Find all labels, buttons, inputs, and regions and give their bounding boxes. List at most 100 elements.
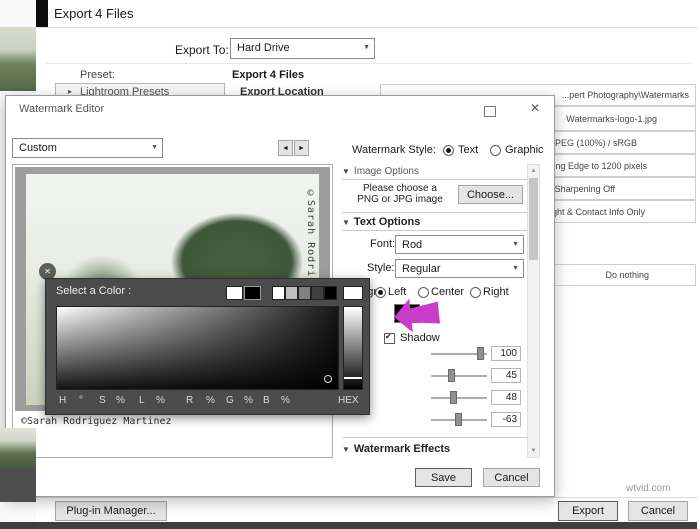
scroll-down-icon[interactable]: ▼ [528,445,539,457]
watermark-text-bottom[interactable]: ©Sarah Rodriguez Martinez [21,416,172,427]
scrollbar-thumb[interactable] [529,178,538,260]
chevron-down-icon: ▼ [363,44,370,51]
export-to-value: Hard Drive [237,42,290,54]
font-style-label: Style: [367,262,395,274]
radius-value[interactable]: 48 [491,390,521,405]
font-style-dropdown[interactable]: Regular ▼ [395,259,524,278]
section-triangle-icon: ▼ [342,445,350,454]
lightness-label: L [139,395,145,406]
offset-value[interactable]: 45 [491,368,521,383]
filmstrip-dark-area [0,469,36,502]
gray-swatch-5[interactable] [324,286,337,300]
watermark-editor-title: Watermark Editor [19,103,105,115]
gray-swatch-2[interactable] [285,286,298,300]
anchor-close-icon: ✕ [44,267,51,276]
align-right-label[interactable]: Right [483,286,509,298]
percent-unit: % [156,395,165,406]
image-hint-line2: PNG or JPG image [357,194,443,205]
previous-image-button[interactable]: ◄ [278,140,293,156]
style-text-radio[interactable] [443,145,454,156]
image-hint-line1: Please choose a [363,183,437,194]
plugin-manager-button[interactable]: Plug-in Manager... [55,501,167,521]
export-to-label: Export To: [175,43,229,57]
close-icon[interactable]: ✕ [530,101,540,115]
image-options-header[interactable]: ▼ Image Options [342,166,527,180]
percent-unit: % [281,395,290,406]
recent-swatch-white[interactable] [226,286,243,300]
green-label: G [226,395,234,406]
next-icon: ► [298,144,305,152]
gray-swatch-3[interactable] [298,286,311,300]
annotation-arrow-shape [394,298,441,333]
opacity-slider-thumb[interactable] [477,347,484,360]
watermark-style-label: Watermark Style: [352,144,436,156]
image-options-header-label: Image Options [353,166,419,177]
offset-slider-thumb[interactable] [448,369,455,382]
gray-swatch-4[interactable] [311,286,324,300]
section-triangle-icon: ▼ [342,167,350,176]
degree-unit: ° [79,395,83,406]
color-picker-panel: Select a Color : H ° S % L % R % G % B %… [45,278,370,415]
maximize-icon[interactable] [484,106,496,117]
check-icon: ✔ [385,332,392,341]
options-scrollbar[interactable]: ▲ ▼ [527,164,540,458]
export-cancel-button[interactable]: Cancel [628,501,688,521]
recent-swatch-black-selected[interactable] [244,286,261,300]
chevron-down-icon: ▼ [512,265,519,272]
chevron-down-icon: ▼ [151,144,158,151]
angle-value[interactable]: -63 [491,412,521,427]
image-hint: Please choose a PNG or JPG image [344,183,456,205]
header-divider [46,63,691,64]
color-picker-title: Select a Color : [56,285,132,297]
current-swatch-white[interactable] [343,286,363,300]
export-button[interactable]: Export [558,501,618,521]
radius-slider-thumb[interactable] [450,391,457,404]
offset-slider-track[interactable] [431,375,487,377]
font-value: Rod [402,239,423,251]
preset-label: Preset: [80,69,115,81]
watermark-effects-header-label: Watermark Effects [353,443,451,455]
footer-divider [36,497,697,498]
shadow-checkbox[interactable]: ✔ [384,332,395,344]
red-label: R [186,395,194,406]
blue-label: B [263,395,270,406]
watermark-preset-value: Custom [19,142,57,154]
export-to-dropdown[interactable]: Hard Drive ▼ [230,38,375,59]
previous-icon: ◄ [282,144,289,152]
next-image-button[interactable]: ► [294,140,309,156]
save-button[interactable]: Save [415,468,472,487]
title-divider [36,27,697,28]
lightness-slider-marker[interactable] [344,377,362,379]
align-right-radio[interactable] [470,287,481,298]
font-label: Font: [370,238,396,250]
style-graphic-label[interactable]: Graphic [505,144,544,156]
opacity-value[interactable]: 100 [491,346,521,361]
font-style-value: Regular [402,263,441,275]
gray-swatch-1[interactable] [272,286,285,300]
radius-slider-track[interactable] [431,397,487,399]
screen: Export 4 Files Export To: Hard Drive ▼ P… [0,0,700,529]
watermark-cancel-button[interactable]: Cancel [483,468,540,487]
choose-image-button[interactable]: Choose... [458,185,523,204]
site-watermark: wtvid.com [626,483,671,494]
font-dropdown[interactable]: Rod ▼ [395,235,524,254]
files-count-header: Export 4 Files [232,69,305,81]
angle-slider-thumb[interactable] [455,413,462,426]
text-options-header-label: Text Options [353,216,421,228]
align-left-radio[interactable] [375,287,386,298]
field-cursor[interactable] [324,375,332,383]
scroll-up-icon[interactable]: ▲ [528,165,539,177]
filmstrip-thumbnail-bottom[interactable] [0,428,36,469]
chevron-down-icon: ▼ [512,241,519,248]
export-dialog-title: Export 4 Files [54,6,134,21]
app-bottom-strip [0,522,697,529]
filmstrip-thumbnail-top[interactable] [0,27,36,91]
style-text-label[interactable]: Text [458,144,478,156]
saturation-lightness-field[interactable] [56,306,339,390]
watermark-effects-header[interactable]: ▼ Watermark Effects [342,437,527,455]
text-options-header[interactable]: ▼ Text Options [342,212,527,231]
percent-unit: % [116,395,125,406]
style-graphic-radio[interactable] [490,145,501,156]
watermark-preset-dropdown[interactable]: Custom ▼ [12,138,163,158]
lightness-slider[interactable] [343,306,363,390]
